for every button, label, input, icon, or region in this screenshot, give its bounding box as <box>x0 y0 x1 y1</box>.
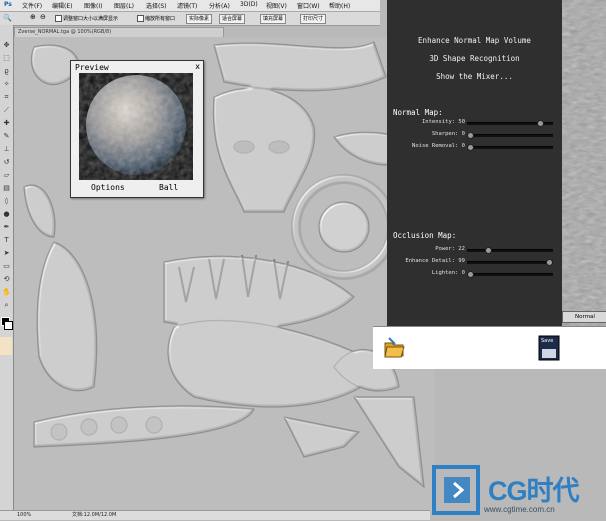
lighten-slider[interactable]: Lighten: 0 <box>387 270 562 278</box>
shape-tool-icon[interactable]: ▭ <box>2 262 11 271</box>
intensity-slider[interactable]: Intensity: 50 <box>387 119 562 127</box>
brand-url: www.cgtime.com.cn <box>484 505 555 514</box>
enhance-detail-slider[interactable]: Enhance Detail: 99 <box>387 258 562 266</box>
checkbox-icon <box>55 15 62 22</box>
toolbox: ✥ ⬚ ϱ ✧ ⌗ ⟋ ✚ ✎ ⊥ ↺ ▱ ▤ ◊ ● ✒ T ➤ ▭ ⟲ ✋ … <box>0 25 14 515</box>
open-folder-icon[interactable] <box>383 335 405 359</box>
history-brush-icon[interactable]: ↺ <box>2 158 11 167</box>
healing-brush-icon[interactable]: ✚ <box>2 119 11 128</box>
menu-window[interactable]: 窗口(W) <box>297 1 320 10</box>
preview-window: Preview x Options Ball <box>70 60 204 198</box>
thumbnail-texture <box>564 2 604 308</box>
enhance-volume-button[interactable]: Enhance Normal Map Volume <box>387 36 562 45</box>
zoom-all-checkbox[interactable]: 缩放所有窗口 <box>137 15 175 22</box>
brand-name: CG时代 <box>488 476 579 506</box>
menu-view[interactable]: 视图(V) <box>266 1 287 10</box>
slider-track[interactable] <box>467 249 553 252</box>
slider-track[interactable] <box>467 146 553 149</box>
print-size-button[interactable]: 打印尺寸 <box>300 14 327 24</box>
lighten-label: Lighten: 0 <box>431 270 465 276</box>
dodge-tool-icon[interactable]: ● <box>2 210 11 219</box>
slider-track[interactable] <box>467 273 553 276</box>
power-label: Power: 22 <box>435 246 465 252</box>
zoom-out-icon[interactable]: ⊖ <box>40 13 46 21</box>
brush-tool-icon[interactable]: ✎ <box>2 132 11 141</box>
menu-select[interactable]: 选择(S) <box>146 1 167 10</box>
menu-bar: Ps 文件(F) 编辑(E) 图像(I) 图层(L) 选择(S) 滤镜(T) 分… <box>0 0 380 12</box>
shape-recognition-button[interactable]: 3D Shape Recognition <box>387 54 562 63</box>
show-mixer-button[interactable]: Show the Mixer... <box>387 72 562 81</box>
menu-help[interactable]: 帮助(H) <box>329 1 350 10</box>
clone-stamp-icon[interactable]: ⊥ <box>2 145 11 154</box>
gradient-tool-icon[interactable]: ▤ <box>2 184 11 193</box>
preview-mode-button[interactable]: Ball <box>159 183 178 192</box>
menu-file[interactable]: 文件(F) <box>22 1 42 10</box>
checkbox-icon <box>137 15 144 22</box>
slider-track[interactable] <box>467 261 553 264</box>
slider-knob[interactable] <box>467 271 474 278</box>
cgtime-watermark: CG时代 www.cgtime.com.cn <box>432 463 604 517</box>
menu-layer[interactable]: 图层(L) <box>114 1 134 10</box>
slider-knob[interactable] <box>467 132 474 139</box>
fill-screen-button[interactable]: 填充屏幕 <box>260 14 287 24</box>
zoom-in-icon[interactable]: ⊕ <box>30 13 36 21</box>
resize-windows-checkbox[interactable]: 调整窗口大小以满屏显示 <box>55 15 118 22</box>
type-tool-icon[interactable]: T <box>2 236 11 245</box>
occlusion-map-heading: Occlusion Map: <box>393 231 457 240</box>
slider-track[interactable] <box>467 134 553 137</box>
panel-footer: Save <box>373 326 606 369</box>
enhance-detail-label: Enhance Detail: 99 <box>405 258 465 264</box>
blur-tool-icon[interactable]: ◊ <box>2 197 11 206</box>
crop-tool-icon[interactable]: ⌗ <box>2 93 11 102</box>
noise-removal-slider[interactable]: Noise Removal: 0 <box>387 143 562 151</box>
eyedropper-icon[interactable]: ⟋ <box>2 106 11 115</box>
slider-knob[interactable] <box>546 259 554 266</box>
ps-logo-icon[interactable]: Ps <box>4 1 12 8</box>
3d-rotate-icon[interactable]: ⟲ <box>2 275 11 284</box>
fit-screen-button[interactable]: 适合屏幕 <box>219 14 246 24</box>
hand-tool-icon[interactable]: ✋ <box>2 288 11 297</box>
pen-tool-icon[interactable]: ✒ <box>2 223 11 232</box>
save-icon[interactable]: Save <box>538 335 560 361</box>
slider-knob[interactable] <box>537 120 545 127</box>
normal-map-heading: Normal Map: <box>393 108 443 117</box>
power-slider[interactable]: Power: 22 <box>387 246 562 254</box>
preview-options-button[interactable]: Options <box>91 183 125 192</box>
actual-pixels-button[interactable]: 实际像素 <box>186 14 213 24</box>
slider-knob[interactable] <box>484 247 492 254</box>
menu-edit[interactable]: 编辑(E) <box>52 1 72 10</box>
menu-filter[interactable]: 滤镜(T) <box>177 1 197 10</box>
sharpen-label: Sharpen: 0 <box>431 131 465 137</box>
sharpen-slider[interactable]: Sharpen: 0 <box>387 131 562 139</box>
zoom-tool-icon[interactable]: 🔍 <box>3 14 12 22</box>
menu-image[interactable]: 图像(I) <box>84 1 102 10</box>
save-label: Save <box>541 338 554 344</box>
menu-analysis[interactable]: 分析(A) <box>209 1 230 10</box>
path-select-icon[interactable]: ➤ <box>2 249 11 258</box>
magic-wand-icon[interactable]: ✧ <box>2 80 11 89</box>
plugin-panel: Enhance Normal Map Volume 3D Shape Recog… <box>387 0 562 326</box>
intensity-label: Intensity: 50 <box>421 119 465 125</box>
eraser-icon[interactable]: ▱ <box>2 171 11 180</box>
sphere-preview-icon <box>86 75 186 175</box>
normal-tab-button[interactable]: Normal <box>562 311 606 323</box>
texture-thumbnail-strip <box>562 0 606 326</box>
background-color-swatch[interactable] <box>4 321 13 330</box>
lasso-tool-icon[interactable]: ϱ <box>2 67 11 76</box>
zoom-tool-icon[interactable]: ⌕ <box>2 301 11 310</box>
close-icon[interactable]: x <box>195 62 200 71</box>
cgtime-logo-icon <box>432 465 480 515</box>
marquee-tool-icon[interactable]: ⬚ <box>2 54 11 63</box>
options-bar: 🔍 ⊕ ⊖ 调整窗口大小以满屏显示 缩放所有窗口 实际像素 适合屏幕 填充屏幕 … <box>0 12 380 26</box>
preview-title: Preview <box>75 63 109 72</box>
slider-knob[interactable] <box>467 144 474 151</box>
menu-3d[interactable]: 3D(D) <box>240 1 258 8</box>
noise-removal-label: Noise Removal: 0 <box>412 143 465 149</box>
quick-mask-icon[interactable] <box>0 337 12 355</box>
preview-ball-render <box>79 73 193 180</box>
move-tool-icon[interactable]: ✥ <box>2 41 11 50</box>
